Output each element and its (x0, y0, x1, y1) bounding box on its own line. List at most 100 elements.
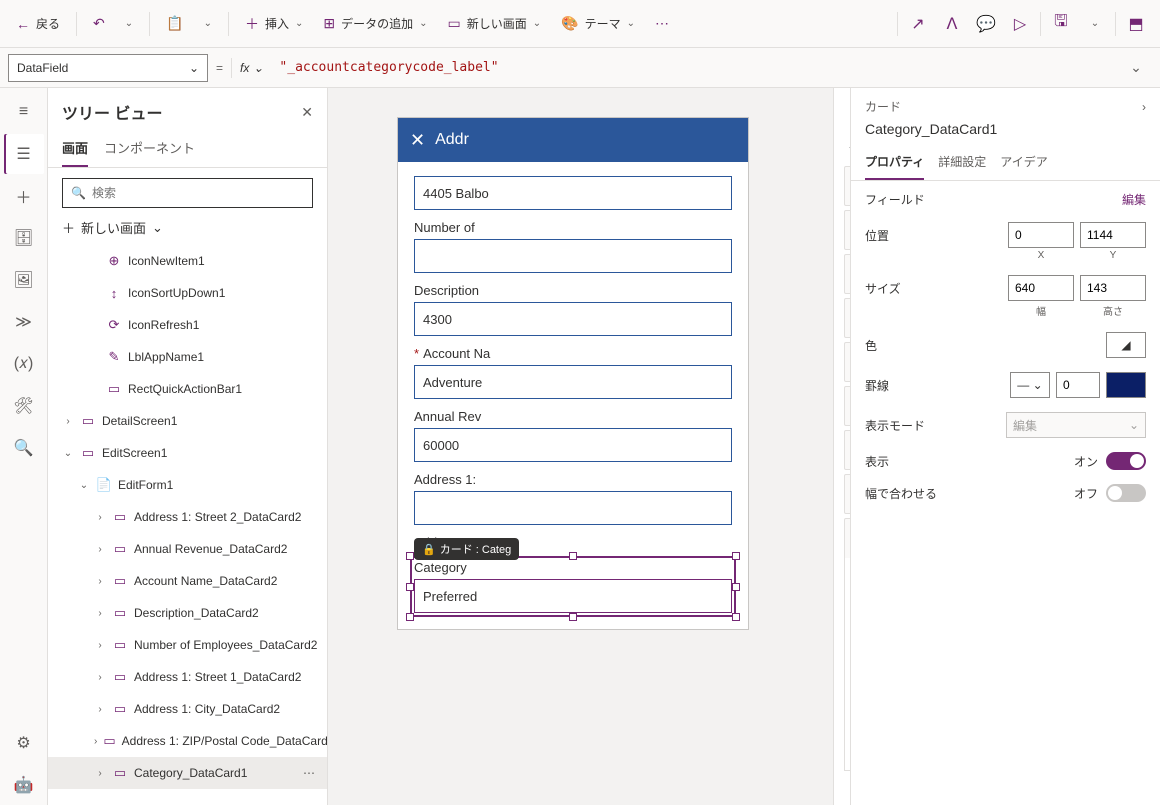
field-row[interactable]: ⌄AbcAddress 1: Street 2 (844, 430, 850, 470)
tab-advanced[interactable]: 詳細設定 (938, 145, 986, 180)
formula-input[interactable]: "_accountcategorycode_label" (271, 60, 1112, 75)
field-row[interactable]: ⌄AbcDescription (844, 298, 850, 338)
field-edit-link[interactable]: 編集 (1122, 191, 1146, 208)
border-color[interactable] (1106, 372, 1146, 398)
comments-button[interactable]: 💬 (970, 8, 1002, 40)
add-data-button[interactable]: ⊞データの追加⌄ (315, 9, 435, 38)
tree-node[interactable]: ✎LblAppName1 (48, 341, 327, 373)
tree-node[interactable]: ⌄📄EditForm1 (48, 469, 327, 501)
visible-toggle[interactable] (1106, 452, 1146, 470)
screen-icon: ▭ (80, 413, 96, 429)
size-h-input[interactable] (1080, 275, 1146, 301)
field-row[interactable]: ⌄AbcAddress 1: ZIP/Postal Code (844, 474, 850, 514)
property-dropdown[interactable]: DataField⌄ (8, 54, 208, 82)
insert-button[interactable]: ＋挿入⌄ (237, 8, 311, 40)
search-box[interactable]: 🔍 (62, 178, 313, 208)
tree-node[interactable]: ›▭Address 1: ZIP/Postal Code_DataCard2 (48, 725, 327, 757)
rail-flows[interactable]: ≫ (4, 302, 44, 342)
new-screen-label: 新しい画面 (467, 15, 527, 32)
tree-node[interactable]: ›▭DetailScreen1 (48, 405, 327, 437)
close-icon[interactable]: ✕ (410, 130, 425, 151)
add-field-button[interactable]: ＋フィールドの追加 ⋯ (834, 133, 850, 166)
save-button[interactable]: 🖫 (1045, 8, 1077, 40)
rail-virtual-agent[interactable]: 🤖 (4, 765, 44, 805)
tree-node-selected[interactable]: ›▭Category_DataCard1⋯ (48, 757, 327, 789)
rail-hamburger[interactable]: ≡ (4, 92, 44, 132)
tab-ideas[interactable]: アイデア (1000, 145, 1047, 180)
tab-components[interactable]: コンポーネント (104, 130, 195, 167)
undo-split[interactable]: ⌄ (117, 12, 141, 35)
label-rev: Annual Rev (414, 409, 732, 424)
tree-node[interactable]: ›▭Address 1: City_DataCard2 (48, 693, 327, 725)
rail-variables[interactable]: (𝑥) (4, 344, 44, 384)
tree-node[interactable]: ›▭Address 1: Street 1_DataCard2 (48, 661, 327, 693)
paste-button[interactable]: 📋 (158, 9, 191, 38)
rail-tools[interactable]: 🛠 (4, 386, 44, 426)
tree-node[interactable]: ›▭Account Name_DataCard2 (48, 565, 327, 597)
rail-settings[interactable]: ⚙ (4, 723, 44, 763)
canvas[interactable]: ✕ Addr 4405 Balbo Number of Description4… (328, 88, 850, 805)
input-street2[interactable]: 4405 Balbo (414, 176, 732, 210)
field-row-expanded[interactable]: ⌃AbcCategory⋯ (844, 518, 850, 558)
field-row[interactable]: ⌄AbcAddress 1: Street 1 (844, 210, 850, 250)
tree-node[interactable]: ↕IconSortUpDown1 (48, 277, 327, 309)
share-button[interactable]: ↗ (902, 8, 934, 40)
tree-node[interactable]: ›▭Number of Employees_DataCard2 (48, 629, 327, 661)
visible-label: 表示 (865, 453, 889, 470)
input-desc[interactable]: 4300 (414, 302, 732, 336)
input-emp[interactable] (414, 239, 732, 273)
displaymode-select[interactable]: 編集⌄ (1006, 412, 1146, 438)
chevron-right-icon[interactable]: › (1142, 100, 1146, 114)
tree-node[interactable]: ⌄▭EditScreen1 (48, 437, 327, 469)
tab-properties[interactable]: プロパティ (865, 145, 924, 180)
rail-tree[interactable]: ☰ (4, 134, 44, 174)
color-swatch[interactable]: ◢ (1106, 332, 1146, 358)
size-w-input[interactable] (1008, 275, 1074, 301)
tree-node[interactable]: ⊕IconNewItem1 (48, 245, 327, 277)
paste-split[interactable]: ⌄ (196, 12, 220, 35)
field-row[interactable]: ⌄◈Annual Revenue (844, 386, 850, 426)
input-cat[interactable]: Preferred (414, 579, 732, 613)
tree-close[interactable]: ✕ (301, 104, 313, 121)
input-acct[interactable]: Adventure (414, 365, 732, 399)
tree-node[interactable]: ›▭Annual Revenue_DataCard2 (48, 533, 327, 565)
input-rev[interactable]: 60000 (414, 428, 732, 462)
tree-node[interactable]: ›▭Address 1: Street 2_DataCard2 (48, 501, 327, 533)
formula-expand[interactable]: ⌄ (1120, 59, 1152, 76)
publish-button[interactable]: ⬒ (1120, 8, 1152, 40)
pos-y-input[interactable] (1080, 222, 1146, 248)
field-row[interactable]: ⌄AbcAddress 1: City (844, 166, 850, 206)
tab-screens[interactable]: 画面 (62, 130, 88, 167)
input-addr1a[interactable] (414, 491, 732, 525)
field-row[interactable]: ⌄123Number of Employees (844, 254, 850, 294)
fx-button[interactable]: fx⌄ (240, 61, 263, 75)
fit-toggle[interactable] (1106, 484, 1146, 502)
play-button[interactable]: ▷ (1004, 8, 1036, 40)
tree-node[interactable]: ›▭Description_DataCard2 (48, 597, 327, 629)
overflow-button[interactable]: ⋯ (647, 9, 677, 38)
search-input[interactable] (92, 186, 304, 200)
tree-node[interactable]: ⟳IconRefresh1 (48, 309, 327, 341)
save-split[interactable]: ⌄ (1079, 8, 1111, 40)
undo-button[interactable]: ↶ (85, 9, 113, 38)
selected-card[interactable]: 🔒カード : Categ Category Preferred (414, 560, 732, 613)
rail-search[interactable]: 🔍 (4, 428, 44, 468)
new-screen-link[interactable]: ＋ 新しい画面 ⌄ (48, 214, 327, 245)
back-button[interactable]: ←戻る (8, 9, 68, 38)
border-width-input[interactable] (1056, 372, 1100, 398)
rail-insert[interactable]: ＋ (4, 176, 44, 216)
rail-media[interactable]: 🖼 (4, 260, 44, 300)
field-row[interactable]: ⌄AbcAccount Name (844, 342, 850, 382)
pos-x-input[interactable] (1008, 222, 1074, 248)
rail-data[interactable]: 🗄 (4, 218, 44, 258)
check-button[interactable]: ⴷ (936, 8, 968, 40)
lock-icon: 🔒 (422, 543, 436, 556)
tree-node[interactable]: ▭RectQuickActionBar1 (48, 373, 327, 405)
fields-title: フィールド (848, 102, 850, 123)
border-style[interactable]: — ⌄ (1010, 372, 1050, 398)
node-more[interactable]: ⋯ (303, 766, 317, 780)
undo-icon: ↶ (93, 15, 105, 32)
theme-button[interactable]: 🎨テーマ⌄ (553, 9, 643, 38)
palette-icon: 🎨 (561, 15, 578, 32)
new-screen-button[interactable]: ▭新しい画面⌄ (440, 9, 550, 38)
